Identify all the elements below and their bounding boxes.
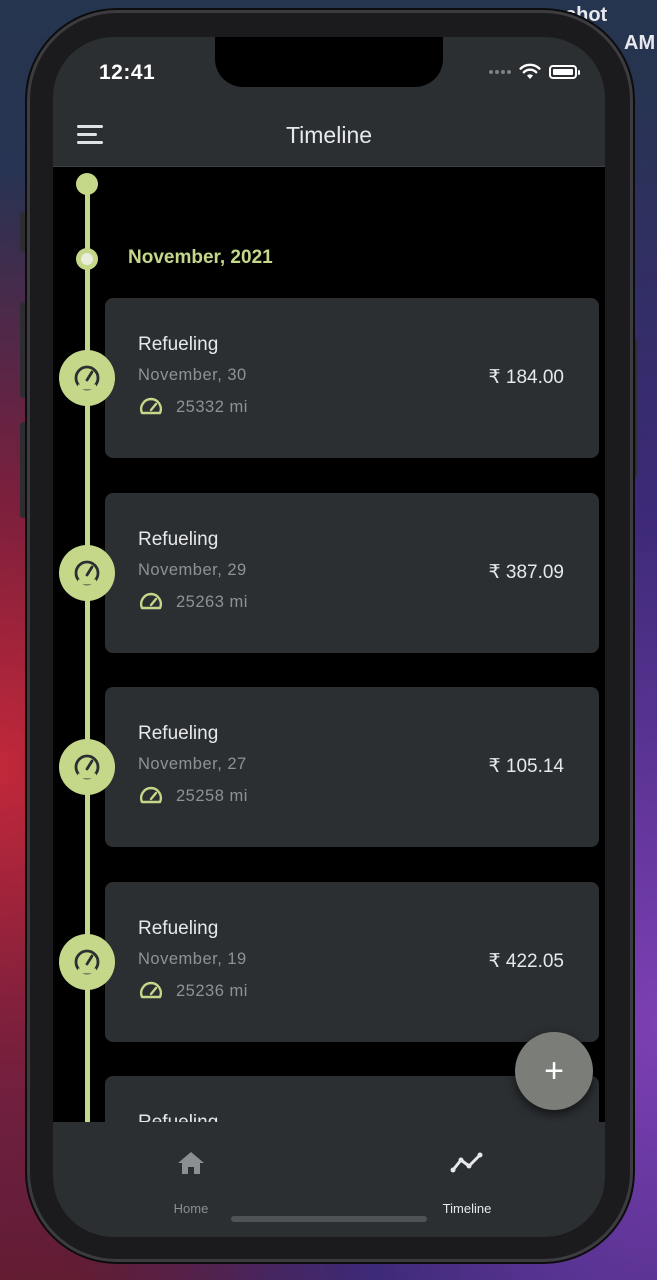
timeline-card[interactable]: Refueling November, 19 25236 mi ₹ 422.05 (105, 882, 599, 1042)
status-time: 12:41 (99, 61, 156, 84)
phone-screen: 12:41 Timeline November, 2021 Refueling … (53, 37, 605, 1237)
page-title: Timeline (285, 122, 373, 148)
entry-odometer-value: 25236 mi (176, 981, 248, 1000)
battery-icon (549, 64, 580, 79)
entry-odometer-value: 25332 mi (176, 397, 248, 416)
entry-odometer: 25332 mi (138, 396, 248, 418)
speedometer-icon (74, 365, 100, 391)
speedometer-icon (74, 949, 100, 975)
timeline-node (59, 350, 115, 406)
plus-icon: + (544, 1052, 564, 1090)
timeline-card[interactable]: Refueling November, 30 25332 mi ₹ 184.00 (105, 298, 599, 458)
entry-amount: ₹ 184.00 (488, 367, 564, 388)
nav-item-timeline[interactable]: Timeline (407, 1150, 527, 1216)
nav-label-timeline: Timeline (442, 1201, 492, 1216)
home-indicator (231, 1216, 427, 1222)
entry-odometer: 25236 mi (138, 980, 248, 1002)
entry-odometer-value: 25263 mi (176, 592, 248, 611)
entry-title: Refueling (138, 918, 219, 939)
nav-item-home[interactable]: Home (131, 1150, 251, 1216)
entry-title: Refueling (138, 723, 219, 744)
entry-date: November, 19 (138, 950, 247, 968)
month-marker-dot (76, 248, 98, 270)
entry-title: Refueling (138, 334, 219, 355)
timeline-card[interactable]: Refueling November, 29 25263 mi ₹ 387.09 (105, 493, 599, 653)
timeline-card[interactable]: Refueling November, 27 25258 mi ₹ 105.14 (105, 687, 599, 847)
status-bar: 12:41 (53, 37, 605, 107)
phone-side-button (20, 212, 26, 252)
app-bar: Timeline (53, 107, 605, 167)
add-entry-button[interactable]: + (515, 1032, 593, 1110)
cellular-signal-icon (489, 69, 511, 74)
speedometer-icon (139, 981, 163, 999)
speedometer-icon (139, 786, 163, 804)
nav-label-home: Home (173, 1201, 209, 1216)
entry-amount: ₹ 105.14 (488, 756, 564, 777)
timeline-chart-icon (450, 1152, 483, 1173)
timeline-node (59, 545, 115, 601)
timeline-node (59, 934, 115, 990)
speedometer-icon (139, 592, 163, 610)
month-header: November, 2021 (128, 247, 273, 268)
wifi-icon (519, 63, 541, 79)
entry-amount: ₹ 387.09 (488, 562, 564, 583)
wallpaper-text-2: AM (624, 32, 656, 54)
speedometer-icon (74, 754, 100, 780)
phone-volume-up (20, 302, 26, 398)
timeline-list[interactable]: November, 2021 Refueling November, 30 25… (53, 167, 605, 1123)
phone-volume-down (20, 422, 26, 518)
notch (215, 37, 443, 87)
entry-odometer-value: 25258 mi (176, 786, 248, 805)
bottom-navigation: Home Timeline (53, 1122, 605, 1237)
entry-date: November, 29 (138, 561, 247, 579)
home-icon (178, 1152, 204, 1174)
timeline-start-dot (76, 173, 98, 195)
entry-date: November, 30 (138, 366, 247, 384)
status-icons (489, 63, 580, 80)
timeline-node (59, 739, 115, 795)
entry-amount: ₹ 422.05 (488, 951, 564, 972)
entry-date: November, 27 (138, 755, 247, 773)
speedometer-icon (139, 397, 163, 415)
speedometer-icon (74, 560, 100, 586)
entry-title: Refueling (138, 529, 219, 550)
entry-odometer: 25263 mi (138, 591, 248, 613)
entry-odometer: 25258 mi (138, 785, 248, 807)
